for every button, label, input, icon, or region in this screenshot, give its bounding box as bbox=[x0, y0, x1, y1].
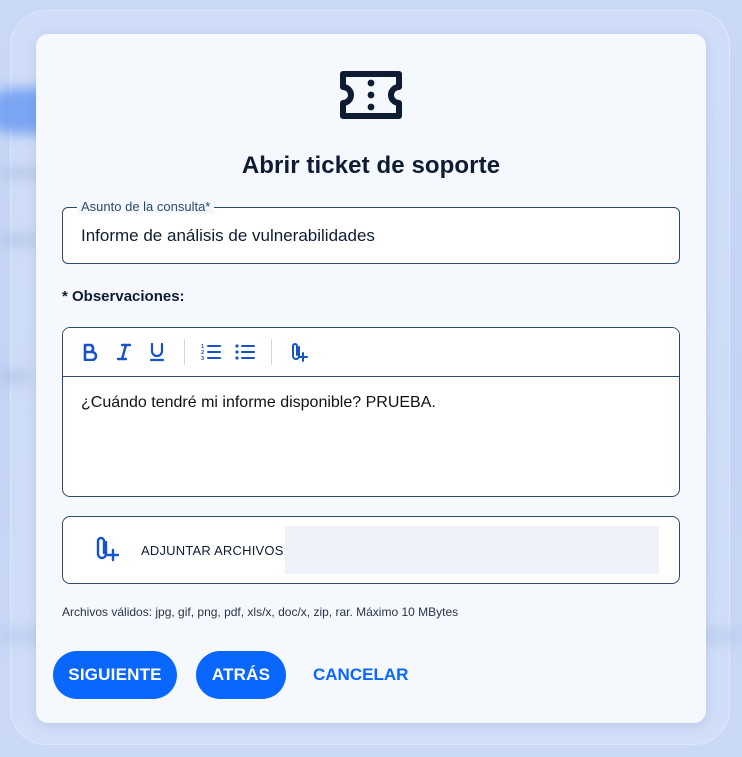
svg-text:3: 3 bbox=[201, 356, 204, 361]
attach-icon[interactable] bbox=[287, 340, 311, 364]
ordered-list-icon[interactable]: 123 bbox=[199, 340, 223, 364]
toolbar-divider bbox=[184, 339, 185, 365]
underline-icon[interactable] bbox=[145, 340, 169, 364]
italic-icon[interactable] bbox=[112, 340, 136, 364]
editor-toolbar: 123 bbox=[63, 328, 679, 377]
observations-editor[interactable]: 123 ¿Cuándo tendré mi informe disponible… bbox=[62, 327, 680, 497]
attachments-label: ADJUNTAR ARCHIVOS: bbox=[141, 543, 288, 558]
paperclip-plus-icon[interactable] bbox=[95, 536, 119, 562]
observations-label: * Observaciones: bbox=[62, 288, 185, 305]
toolbar-divider bbox=[271, 339, 272, 365]
valid-files-hint: Archivos válidos: jpg, gif, png, pdf, xl… bbox=[62, 605, 459, 619]
support-ticket-modal: Abrir ticket de soporte Asunto de la con… bbox=[36, 34, 706, 723]
file-drop-zone[interactable] bbox=[285, 526, 659, 574]
next-button[interactable]: SIGUIENTE bbox=[53, 651, 177, 699]
background-blur bbox=[0, 372, 30, 382]
cancel-button[interactable]: CANCELAR bbox=[307, 651, 409, 699]
subject-input[interactable] bbox=[81, 226, 661, 246]
subject-field[interactable]: Asunto de la consulta* bbox=[62, 199, 680, 264]
back-button[interactable]: ATRÁS bbox=[196, 651, 286, 699]
bold-icon[interactable] bbox=[78, 340, 102, 364]
subject-label: Asunto de la consulta* bbox=[77, 199, 215, 214]
background-blur bbox=[0, 235, 40, 245]
background-blur bbox=[0, 168, 40, 178]
ticket-icon bbox=[340, 71, 402, 119]
observations-text[interactable]: ¿Cuándo tendré mi informe disponible? PR… bbox=[81, 394, 436, 412]
bullet-list-icon[interactable] bbox=[233, 340, 257, 364]
modal-title: Abrir ticket de soporte bbox=[241, 152, 501, 179]
attachments-box: ADJUNTAR ARCHIVOS: bbox=[62, 516, 680, 584]
